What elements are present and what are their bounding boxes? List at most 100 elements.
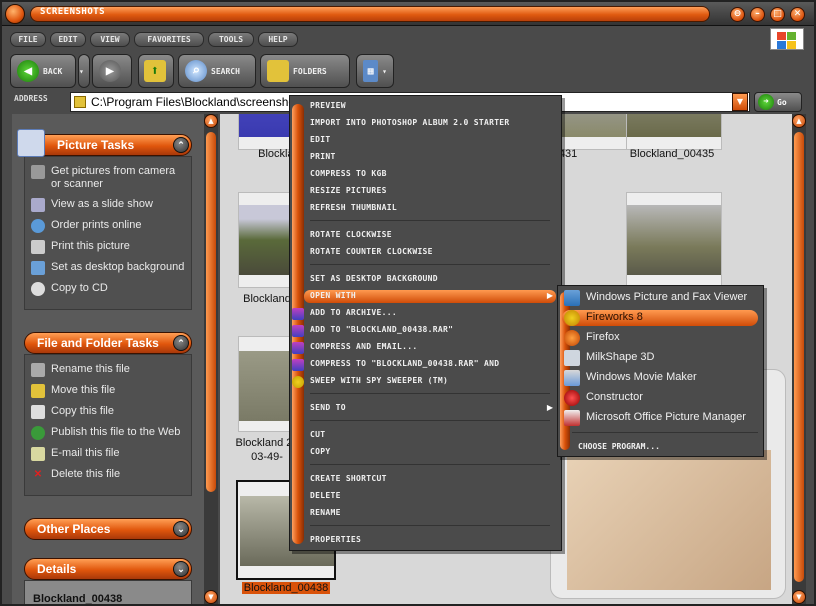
folders-icon	[267, 60, 289, 82]
details-header[interactable]: Details ⌄	[24, 558, 192, 580]
scroll-down-icon[interactable]: ▼	[204, 590, 218, 604]
maximize-icon[interactable]: □	[770, 7, 785, 22]
forward-arrow-icon: ▶	[99, 60, 121, 82]
ctx-copy[interactable]: Copy	[310, 447, 330, 456]
title-pill	[30, 6, 710, 22]
openwith-picture-viewer[interactable]: Windows Picture and Fax Viewer	[586, 291, 747, 303]
choose-program[interactable]: Choose Program...	[578, 442, 660, 451]
scroll-thumb[interactable]	[794, 132, 804, 582]
photo-image	[567, 450, 771, 590]
ctx-send-to[interactable]: Send To	[310, 403, 346, 412]
close-icon[interactable]: ✕	[790, 7, 805, 22]
picture-tasks-header[interactable]: Picture Tasks ⌃	[17, 129, 192, 157]
file-tasks-header[interactable]: File and Folder Tasks ⌃	[24, 332, 192, 354]
task-delete[interactable]: ✕ Delete this file	[31, 468, 185, 482]
ctx-refresh-thumbnail[interactable]: Refresh Thumbnail	[310, 203, 397, 212]
context-menu-rail	[292, 104, 304, 544]
thumbnail[interactable]	[626, 192, 722, 288]
ctx-add-rar[interactable]: Add to "Blockland_00438.rar"	[310, 325, 453, 334]
openwith-movie-maker[interactable]: Windows Movie Maker	[586, 371, 697, 383]
openwith-fireworks[interactable]: Fireworks 8	[586, 311, 643, 323]
ctx-resize[interactable]: Resize Pictures	[310, 186, 387, 195]
task-set-background[interactable]: Set as desktop background	[31, 261, 185, 275]
address-dropdown[interactable]: ▼	[732, 93, 748, 111]
openwith-constructor[interactable]: Constructor	[586, 391, 643, 403]
winrar-icon	[292, 325, 304, 337]
menu-file[interactable]: File	[10, 32, 46, 47]
scroll-thumb[interactable]	[206, 132, 216, 492]
ctx-set-background[interactable]: Set as Desktop Background	[310, 274, 438, 283]
task-label: Rename this file	[51, 363, 130, 375]
back-button[interactable]: ◀ Back	[10, 54, 76, 88]
folders-label: Folders	[293, 66, 327, 76]
ctx-spy-sweeper[interactable]: Sweep with Spy Sweeper (TM)	[310, 376, 448, 385]
app-icon[interactable]	[5, 4, 25, 24]
menu-help[interactable]: Help	[258, 32, 298, 47]
scroll-down-icon[interactable]: ▼	[792, 590, 806, 604]
up-folder-button[interactable]: ⬆	[138, 54, 174, 88]
ctx-cut[interactable]: Cut	[310, 430, 325, 439]
rollup-icon[interactable]: ⊖	[730, 7, 745, 22]
title-bar[interactable]: screenshots ⊖ – □ ✕	[2, 2, 814, 26]
content-scrollbar[interactable]: ▲ ▼	[792, 114, 806, 604]
folders-button[interactable]: Folders	[260, 54, 350, 88]
collapse-icon[interactable]: ⌃	[173, 137, 189, 153]
file-tasks-list: Rename this file Move this file Copy thi…	[24, 354, 192, 496]
menu-favorites[interactable]: Favorites	[134, 32, 204, 47]
ctx-import-photoshop[interactable]: Import into Photoshop Album 2.0 Starter	[310, 118, 510, 127]
openwith-milkshape[interactable]: MilkShape 3D	[586, 351, 654, 363]
menu-edit[interactable]: Edit	[50, 32, 86, 47]
task-label: Print this picture	[51, 240, 130, 252]
task-slide-show[interactable]: View as a slide show	[31, 198, 185, 212]
task-rename[interactable]: Rename this file	[31, 363, 185, 377]
openwith-firefox[interactable]: Firefox	[586, 331, 620, 343]
expand-icon[interactable]: ⌄	[173, 561, 189, 577]
task-copy-cd[interactable]: Copy to CD	[31, 282, 185, 296]
ctx-compress-email[interactable]: Compress and email...	[310, 342, 417, 351]
left-pane-scrollbar[interactable]: ▲ ▼	[204, 114, 218, 604]
scroll-up-icon[interactable]: ▲	[792, 114, 806, 128]
views-dropdown-icon: ▾	[382, 66, 387, 76]
windows-logo-icon	[770, 28, 804, 50]
separator	[310, 420, 550, 421]
expand-icon[interactable]: ⌄	[173, 521, 189, 537]
rename-icon	[31, 363, 45, 377]
ctx-delete[interactable]: Delete	[310, 491, 341, 500]
ctx-preview[interactable]: Preview	[310, 101, 346, 110]
ctx-print[interactable]: Print	[310, 152, 336, 161]
task-print-picture[interactable]: Print this picture	[31, 240, 185, 254]
other-places-header[interactable]: Other Places ⌄	[24, 518, 192, 540]
ctx-properties[interactable]: Properties	[310, 535, 361, 544]
thumbnail[interactable]	[626, 114, 722, 150]
openwith-picture-manager[interactable]: Microsoft Office Picture Manager	[586, 411, 746, 423]
thumbnail-label[interactable]: Blockland_00435	[612, 148, 732, 160]
back-dropdown[interactable]: ▾	[78, 54, 90, 88]
ctx-create-shortcut[interactable]: Create Shortcut	[310, 474, 387, 483]
back-label: Back	[43, 66, 63, 76]
ctx-compress-kgb[interactable]: Compress to KGB	[310, 169, 387, 178]
scroll-up-icon[interactable]: ▲	[204, 114, 218, 128]
minimize-icon[interactable]: –	[750, 7, 765, 22]
task-order-prints[interactable]: Order prints online	[31, 219, 185, 233]
task-email[interactable]: E-mail this file	[31, 447, 185, 461]
go-button[interactable]: ➜ Go	[754, 92, 802, 112]
collapse-icon[interactable]: ⌃	[173, 335, 189, 351]
search-button[interactable]: ⌕ Search	[178, 54, 256, 88]
views-button[interactable]: ▦ ▾	[356, 54, 394, 88]
thumbnail-label-selected[interactable]: Blockland_00438	[242, 582, 330, 594]
ctx-rename[interactable]: Rename	[310, 508, 341, 517]
task-move[interactable]: Move this file	[31, 384, 185, 398]
task-get-pictures[interactable]: Get pictures from camera or scanner	[31, 165, 185, 191]
ctx-edit[interactable]: Edit	[310, 135, 330, 144]
ctx-rotate-ccw[interactable]: Rotate Counter Clockwise	[310, 247, 433, 256]
menu-tools[interactable]: Tools	[208, 32, 254, 47]
ctx-rotate-cw[interactable]: Rotate Clockwise	[310, 230, 392, 239]
ctx-open-with[interactable]: Open With	[310, 291, 356, 300]
ctx-add-archive[interactable]: Add to archive...	[310, 308, 397, 317]
forward-button[interactable]: ▶	[92, 54, 132, 88]
menu-view[interactable]: View	[90, 32, 130, 47]
ctx-compress-rar-email[interactable]: Compress to "Blockland_00438.rar" and	[310, 359, 499, 368]
open-with-submenu: Windows Picture and Fax Viewer Fireworks…	[557, 285, 764, 457]
task-publish[interactable]: Publish this file to the Web	[31, 426, 185, 440]
task-copy[interactable]: Copy this file	[31, 405, 185, 419]
